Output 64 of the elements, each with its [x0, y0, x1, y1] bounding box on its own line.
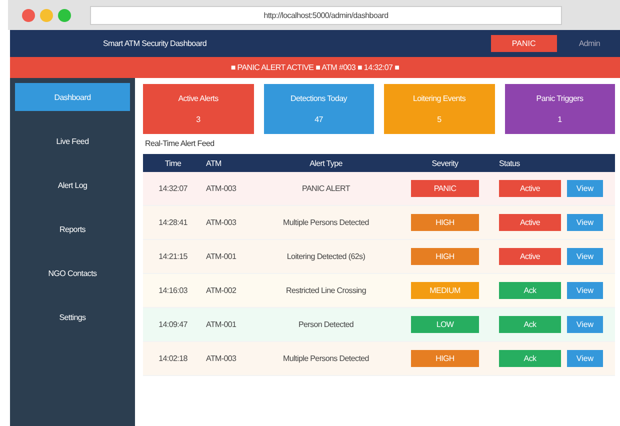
time-cell-text: 14:28:41: [158, 218, 188, 227]
time-cell-text: 14:16:03: [158, 286, 188, 295]
view-button[interactable]: View: [567, 248, 603, 265]
column-header: ATM: [205, 158, 222, 168]
view-button[interactable]: View: [567, 180, 603, 197]
severity-badge: HIGH: [411, 214, 479, 231]
column-header: Status: [498, 158, 521, 168]
alert-type-cell-text: Restricted Line Crossing: [285, 286, 367, 295]
time-cell-text: 14:02:18: [158, 354, 188, 363]
atm-cell-text: ATM-002: [205, 286, 238, 295]
status-badge: Active: [499, 214, 561, 231]
sidebar-item[interactable]: Reports: [15, 215, 130, 243]
atm-cell-text: ATM-001: [205, 320, 238, 329]
sidebar-item[interactable]: Alert Log: [15, 171, 130, 199]
column-header: Time: [164, 158, 182, 168]
view-button[interactable]: View: [567, 350, 603, 367]
status-badge: Ack: [499, 350, 561, 367]
stat-label: Panic Triggers: [536, 94, 584, 103]
alert-type-cell-text: Multiple Persons Detected: [282, 354, 370, 363]
panic-button[interactable]: PANIC: [490, 35, 557, 52]
status-badge: Ack: [499, 316, 561, 333]
alert-type-cell-text: Multiple Persons Detected: [282, 218, 370, 227]
stat-label: Detections Today: [290, 94, 347, 103]
severity-badge: PANIC: [411, 180, 479, 197]
time-cell-text: 14:32:07: [158, 184, 188, 193]
sidebar-item[interactable]: Settings: [15, 303, 130, 331]
sidebar-item[interactable]: NGO Contacts: [15, 259, 130, 287]
severity-badge: HIGH: [411, 248, 479, 265]
stat-value: 5: [437, 115, 442, 124]
sidebar-item[interactable]: Dashboard: [15, 83, 130, 111]
stat-value: 47: [314, 115, 323, 124]
maximize-window-icon[interactable]: [58, 8, 71, 22]
stat-label: Loitering Events: [412, 94, 466, 103]
view-button[interactable]: View: [567, 214, 603, 231]
column-header: Alert Type: [308, 158, 344, 168]
column-header: Severity: [430, 158, 460, 168]
alert-type-cell-text: PANIC ALERT: [301, 184, 352, 193]
status-badge: Active: [499, 180, 561, 197]
stat-value: 3: [196, 115, 200, 124]
app-title: Smart ATM Security Dashboard: [103, 39, 208, 48]
stat-label: Active Alerts: [178, 94, 218, 103]
atm-cell-text: ATM-003: [205, 184, 238, 193]
alert-type-cell-text: Person Detected: [297, 320, 355, 329]
sidebar-item[interactable]: Live Feed: [15, 127, 130, 155]
time-cell-text: 14:21:15: [158, 252, 188, 261]
severity-badge: MEDIUM: [411, 282, 479, 299]
time-cell-text: 14:09:47: [158, 320, 188, 329]
atm-cell-text: ATM-003: [205, 218, 238, 227]
view-button[interactable]: View: [567, 282, 603, 299]
atm-cell-text: ATM-003: [205, 354, 238, 363]
stat-value: 1: [558, 115, 562, 124]
view-button[interactable]: View: [567, 316, 603, 333]
alert-type-cell-text: Loitering Detected (62s): [286, 252, 366, 261]
severity-badge: HIGH: [411, 350, 479, 367]
panic-alert-banner: ■ PANIC ALERT ACTIVE ■ ATM #003 ■ 14:32:07 ■: [10, 57, 620, 78]
user-link[interactable]: Admin: [578, 39, 600, 48]
close-window-icon[interactable]: [22, 8, 35, 22]
severity-badge: LOW: [411, 316, 479, 333]
feed-title: Real-Time Alert Feed: [145, 139, 216, 148]
atm-cell-text: ATM-001: [205, 252, 238, 261]
status-badge: Ack: [499, 282, 561, 299]
minimize-window-icon[interactable]: [40, 8, 53, 22]
status-badge: Active: [499, 248, 561, 265]
address-bar[interactable]: http://localhost:5000/admin/dashboard: [90, 6, 562, 24]
